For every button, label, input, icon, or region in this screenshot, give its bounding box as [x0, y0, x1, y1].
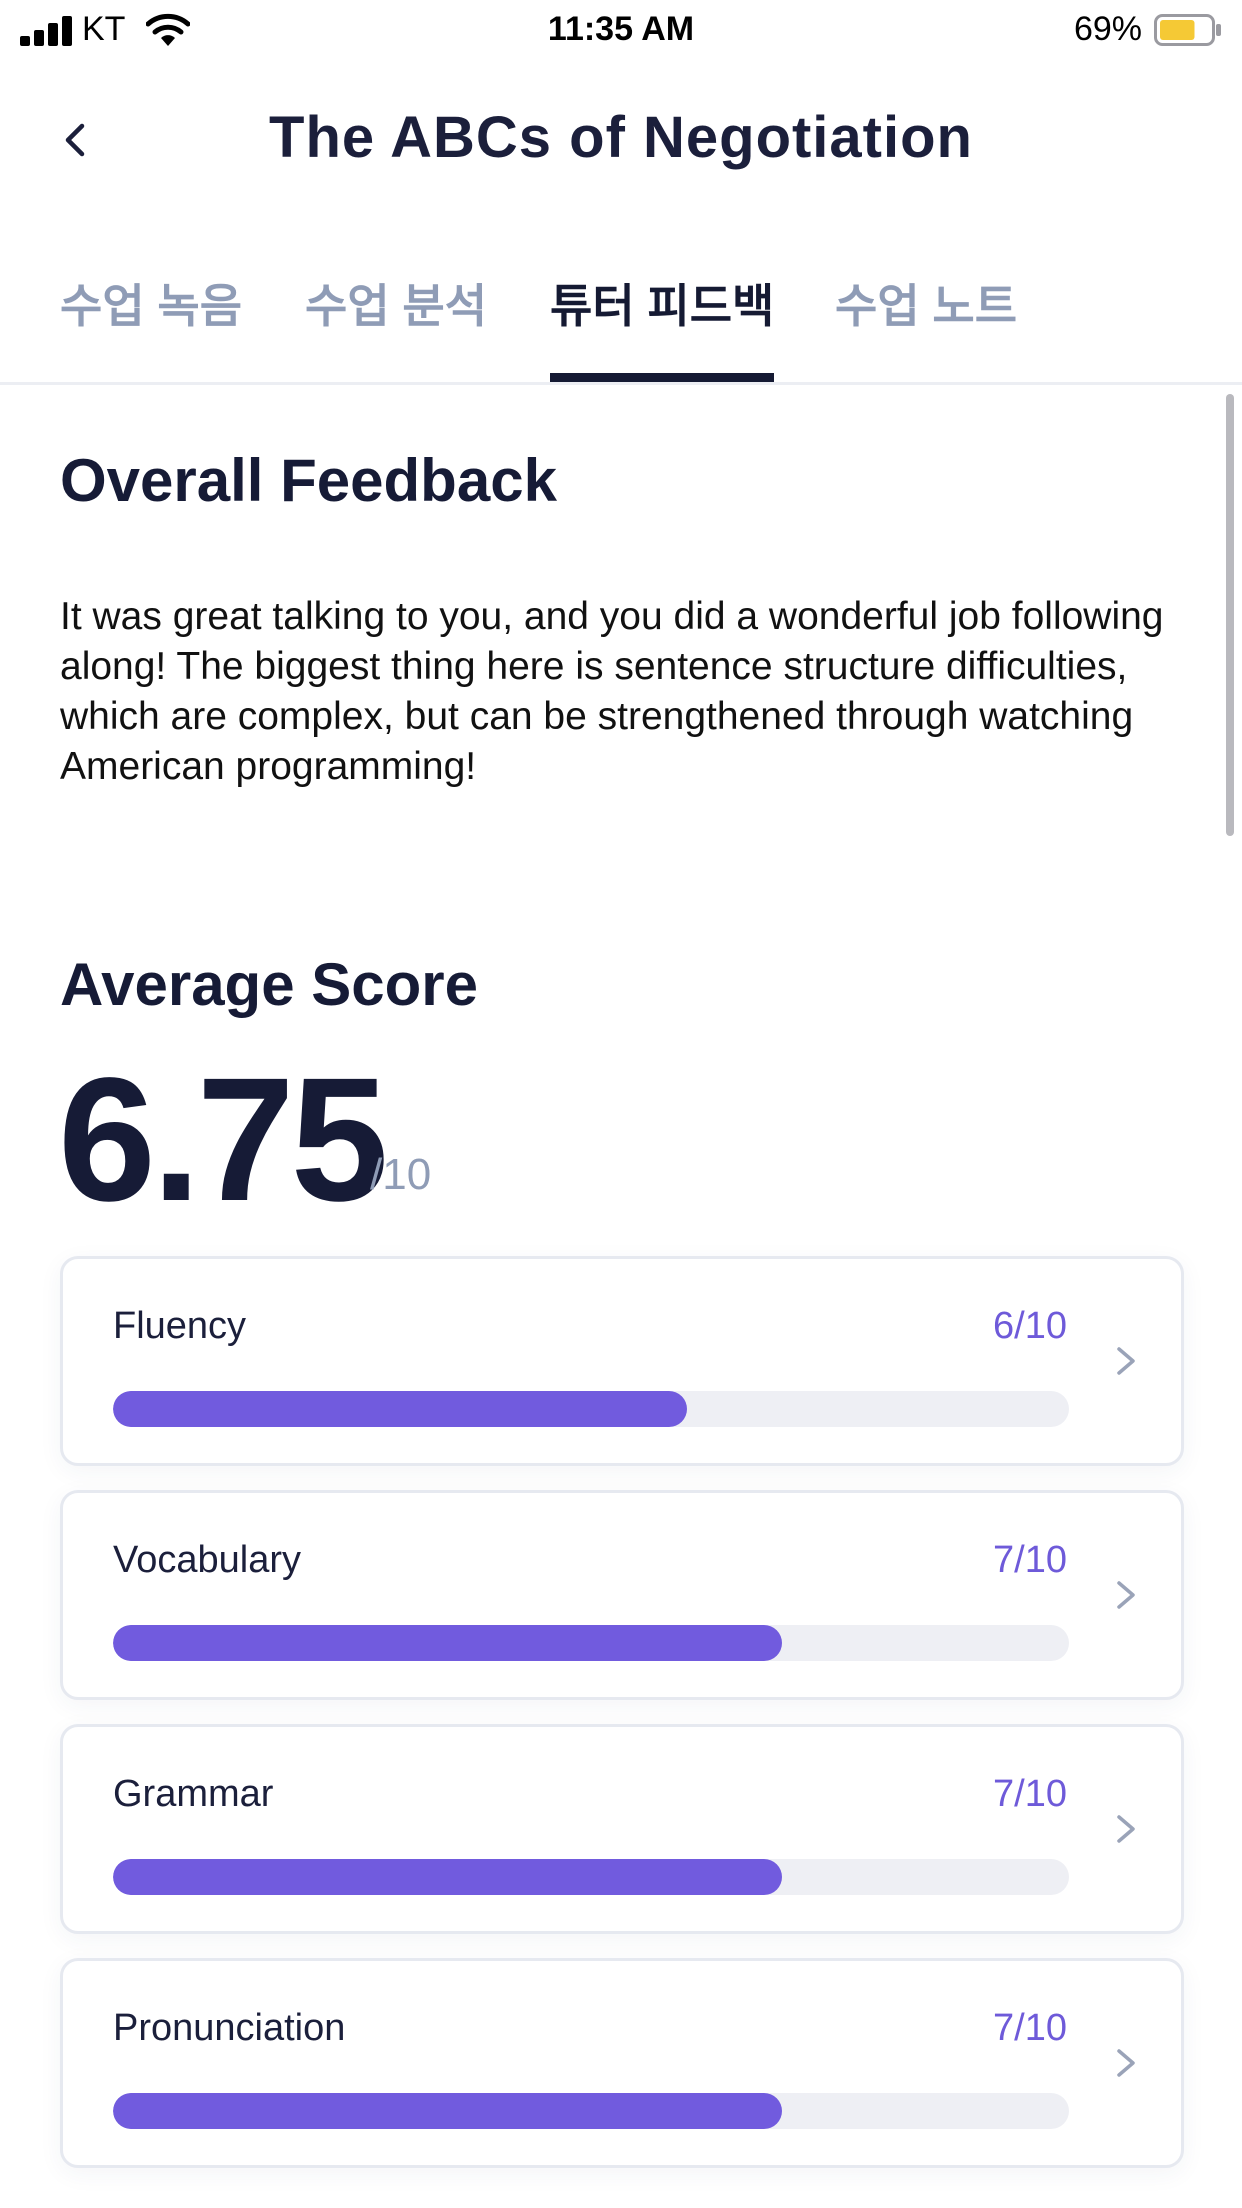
score-card-grammar[interactable]: Grammar 7/10 — [60, 1724, 1184, 1934]
tab-bar: 수업 녹음 수업 분석 튜터 피드백 수업 노트 — [0, 250, 1242, 385]
scrollbar[interactable] — [1226, 394, 1234, 836]
chevron-right-icon — [1117, 1815, 1135, 1843]
score-progress-track — [113, 1625, 1069, 1661]
score-progress-track — [113, 2093, 1069, 2129]
tab-tutor-feedback[interactable]: 튜터 피드백 — [550, 270, 775, 382]
score-progress-fill — [113, 1391, 687, 1427]
tab-lesson-analysis[interactable]: 수업 분석 — [305, 270, 487, 378]
battery-icon — [1154, 14, 1221, 46]
score-card-vocabulary[interactable]: Vocabulary 7/10 — [60, 1490, 1184, 1700]
page-title: The ABCs of Negotiation — [269, 105, 973, 170]
overall-feedback-text: It was great talking to you, and you did… — [60, 595, 1164, 788]
score-card-score: 7/10 — [993, 1773, 1067, 1815]
score-card-score: 6/10 — [993, 1305, 1067, 1347]
score-progress-fill — [113, 1625, 783, 1661]
nav-bar: The ABCs of Negotiation — [0, 62, 1242, 222]
score-progress-fill — [113, 2093, 783, 2129]
tab-lesson-notes[interactable]: 수업 노트 — [835, 270, 1017, 378]
score-progress-fill — [113, 1859, 783, 1895]
score-card-pronunciation[interactable]: Pronunciation 7/10 — [60, 1958, 1184, 2168]
score-card-label: Grammar — [113, 1773, 274, 1815]
tab-lesson-recording[interactable]: 수업 녹음 — [60, 270, 242, 378]
score-progress-track — [113, 1391, 1069, 1427]
average-score-title: Average Score — [60, 951, 479, 1018]
score-card-label: Pronunciation — [113, 2007, 346, 2049]
clock: 11:35 AM — [547, 10, 695, 48]
chevron-right-icon — [1117, 1581, 1135, 1609]
score-card-score: 7/10 — [993, 1539, 1067, 1581]
score-progress-track — [113, 1859, 1069, 1895]
average-score-max: /10 — [370, 1150, 432, 1199]
overall-feedback-title: Overall Feedback — [60, 447, 557, 514]
score-card-label: Vocabulary — [113, 1539, 302, 1581]
battery-percent: 69% — [1073, 10, 1142, 48]
score-card-fluency[interactable]: Fluency 6/10 — [60, 1256, 1184, 1466]
score-card-label: Fluency — [113, 1305, 247, 1347]
average-score-value: 6.75 — [58, 1042, 389, 1238]
status-bar: KT 11:35 AM 69% — [0, 0, 1242, 62]
chevron-right-icon — [1117, 2049, 1135, 2077]
score-card-score: 7/10 — [993, 2007, 1067, 2049]
chevron-right-icon — [1117, 1347, 1135, 1375]
